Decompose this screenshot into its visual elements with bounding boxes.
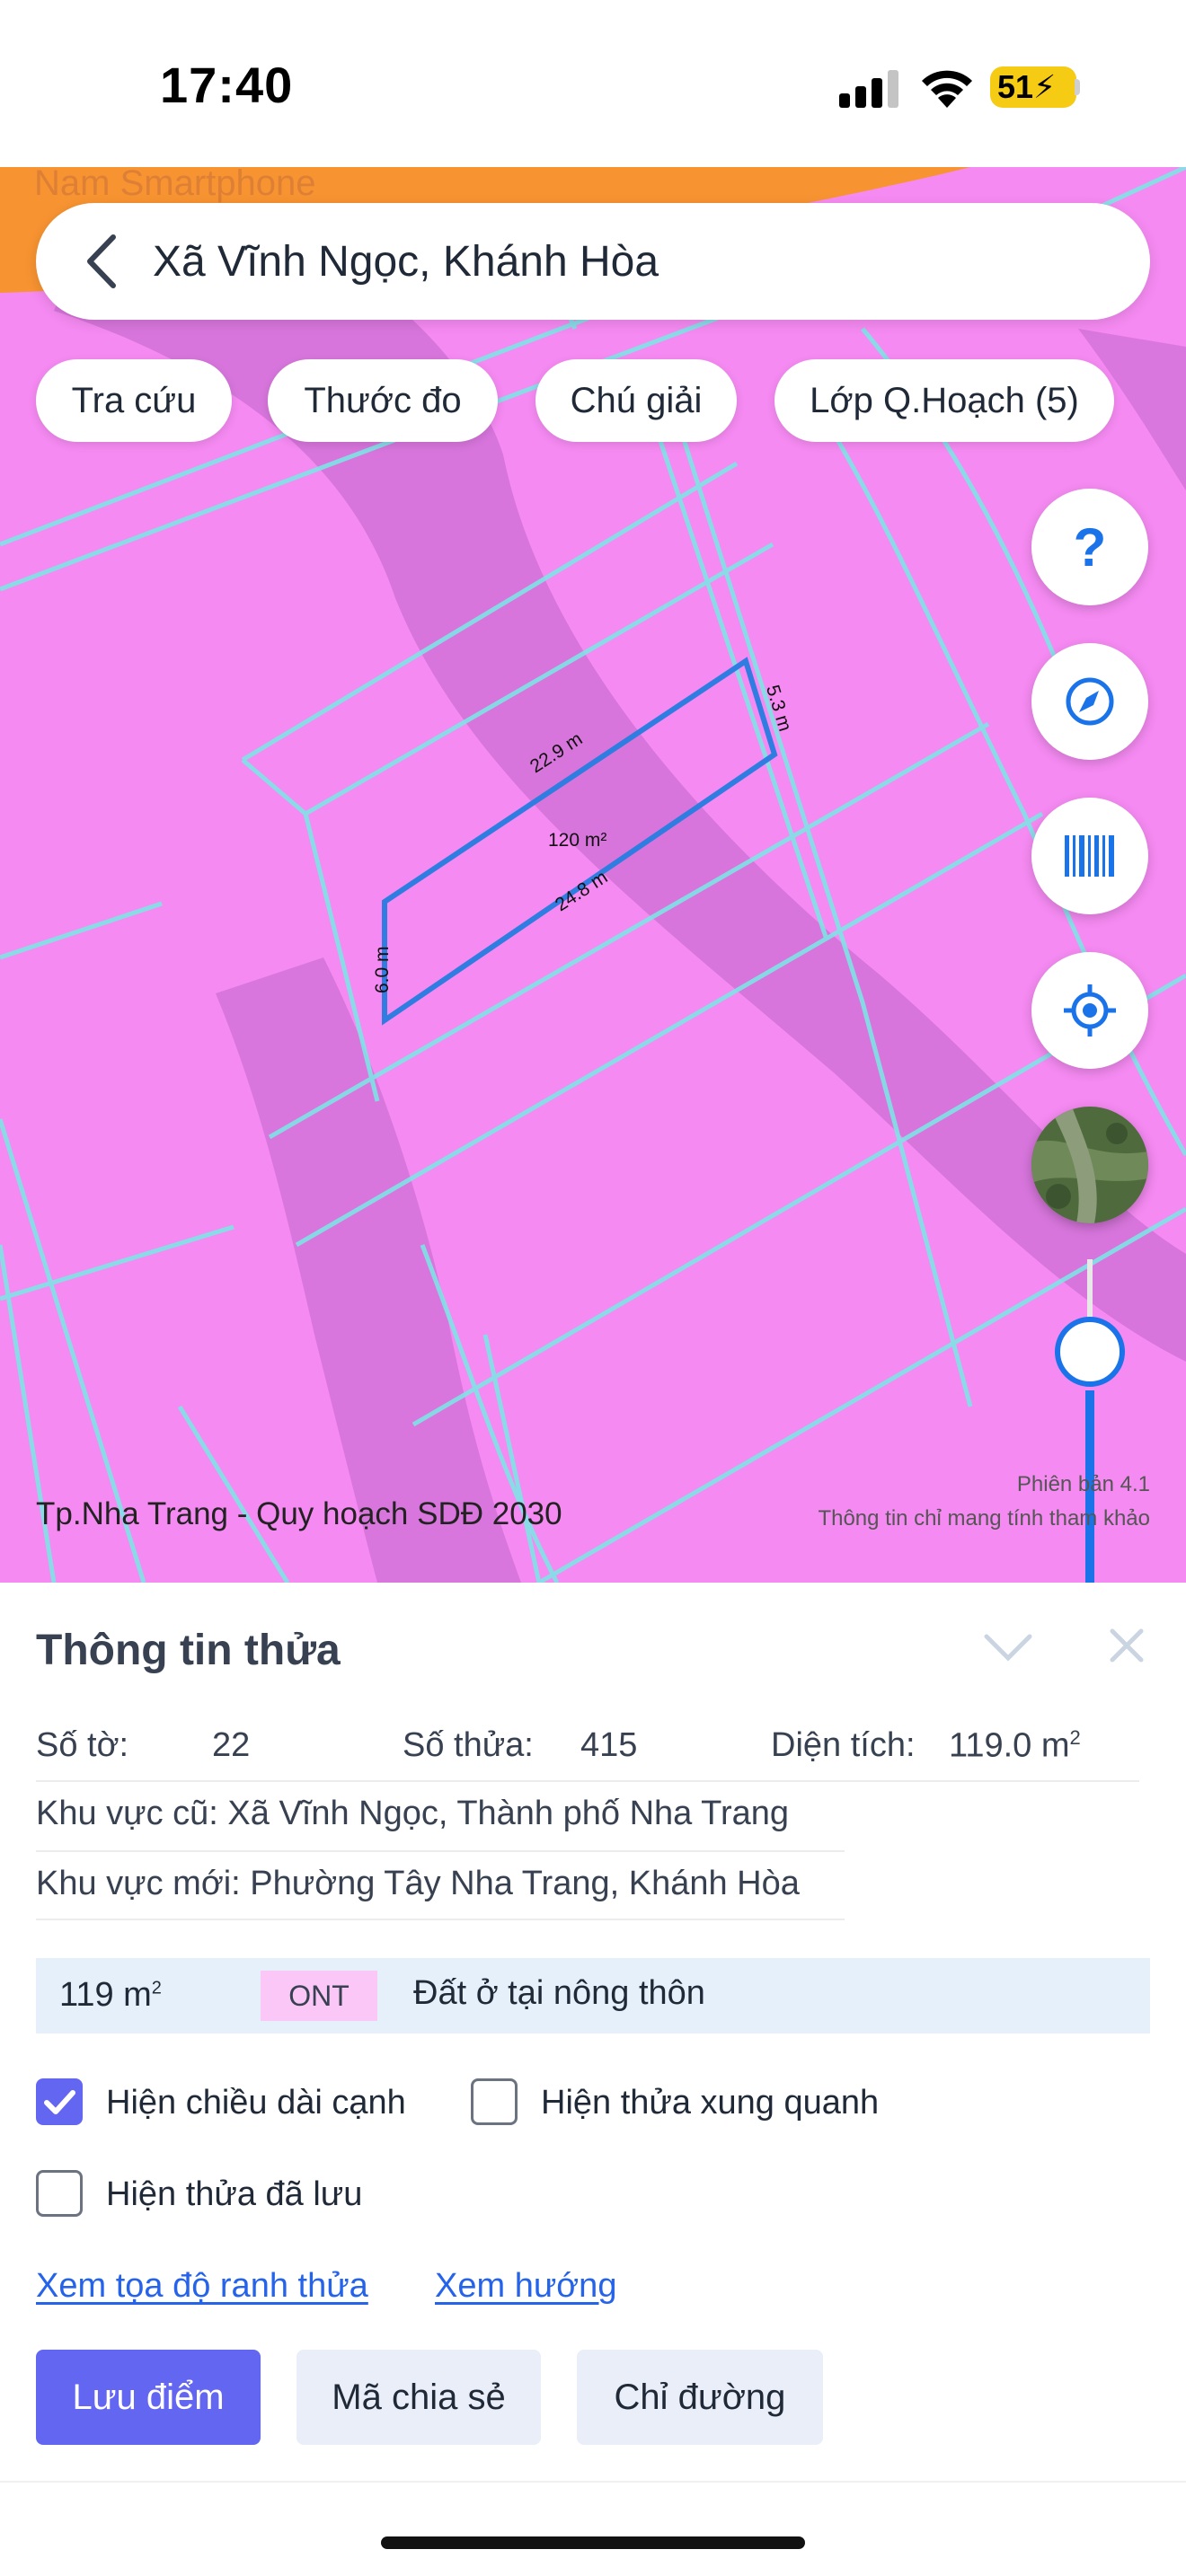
back-arrow-icon[interactable]: [75, 232, 129, 291]
view-boundary-coordinates-link[interactable]: Xem tọa độ ranh thửa: [36, 2267, 368, 2306]
parcel-info-sheet: Thông tin thửa Số tờ: 22 Số thửa: 415 Di…: [0, 1583, 1186, 2576]
search-bar[interactable]: Xã Vĩnh Ngọc, Khánh Hòa: [36, 203, 1150, 320]
battery-tip: [1075, 79, 1080, 95]
dien-tich-value: 119.0 m2: [949, 1726, 1081, 1765]
map-layer-caption: Tp.Nha Trang - Quy hoạch SDĐ 2030: [36, 1496, 562, 1531]
dien-tich-label: Diện tích:: [771, 1726, 916, 1764]
status-bar: 17:40 51⚡: [0, 0, 1186, 167]
share-code-button[interactable]: Mã chia sẻ: [296, 2350, 541, 2445]
so-to-value: 22: [212, 1726, 251, 1764]
so-thua-label: Số thửa:: [403, 1726, 534, 1764]
show-saved-parcels-checkbox[interactable]: [36, 2170, 83, 2217]
locate-button[interactable]: [1031, 952, 1148, 1069]
divider: [36, 1850, 845, 1852]
khu-vuc-moi: Khu vực mới: Phường Tây Nha Trang, Khánh…: [36, 1865, 800, 1902]
so-thua-value: 415: [580, 1726, 638, 1764]
divider: [36, 1780, 1139, 1782]
parcel-edge-left-label: 6.0 m: [372, 946, 393, 993]
land-use-code-badge: ONT: [261, 1971, 377, 2021]
battery-level: 51⚡: [997, 68, 1057, 105]
view-direction-link[interactable]: Xem hướng: [435, 2267, 616, 2306]
chevron-down-icon[interactable]: [983, 1629, 1033, 1665]
chip-tra-cuu[interactable]: Tra cứu: [36, 359, 232, 442]
land-use-description: Đất ở tại nông thôn: [413, 1974, 705, 2012]
chip-chu-giai[interactable]: Chú giải: [535, 359, 737, 442]
divider: [0, 2481, 1186, 2483]
so-to-label: Số tờ:: [36, 1726, 129, 1764]
compass-button[interactable]: [1031, 643, 1148, 760]
show-saved-parcels-label[interactable]: Hiện thửa đã lưu: [106, 2175, 362, 2214]
divider: [36, 1919, 845, 1920]
show-edge-length-label[interactable]: Hiện chiều dài cạnh: [106, 2084, 406, 2122]
version-label: Phiên bản 4.1: [1016, 1472, 1150, 1496]
land-use-area: 119 m2: [59, 1976, 162, 2014]
help-icon: ?: [1073, 516, 1107, 578]
close-icon[interactable]: [1107, 1626, 1146, 1665]
barcode-icon: [1065, 835, 1114, 877]
cellular-signal-icon: [839, 70, 898, 108]
status-time: 17:40: [160, 57, 294, 113]
help-button[interactable]: ?: [1031, 489, 1148, 605]
chip-lop-quy-hoach[interactable]: Lớp Q.Hoạch (5): [774, 359, 1114, 442]
version-info: Phiên bản 4.1 Thông tin chỉ mang tính th…: [818, 1468, 1150, 1536]
chip-thuoc-do[interactable]: Thước đo: [268, 359, 498, 442]
satellite-icon: [1031, 1107, 1148, 1223]
save-point-button[interactable]: Lưu điểm: [36, 2350, 261, 2445]
show-neighbor-parcels-checkbox[interactable]: [471, 2078, 518, 2125]
home-indicator[interactable]: [381, 2536, 805, 2549]
wifi-icon: [922, 70, 972, 108]
satellite-layer-button[interactable]: [1031, 1107, 1148, 1223]
khu-vuc-cu: Khu vực cũ: Xã Vĩnh Ngọc, Thành phố Nha …: [36, 1795, 790, 1832]
search-location-text[interactable]: Xã Vĩnh Ngọc, Khánh Hòa: [153, 237, 659, 287]
show-neighbor-parcels-label[interactable]: Hiện thửa xung quanh: [541, 2084, 879, 2122]
map-watermark: Nam Smartphone: [34, 163, 316, 203]
disclaimer-label: Thông tin chỉ mang tính tham khảo: [818, 1506, 1150, 1531]
compass-icon: [1066, 677, 1114, 726]
sheet-title: Thông tin thửa: [36, 1627, 341, 1674]
barcode-button[interactable]: [1031, 798, 1148, 914]
zoom-slider-thumb[interactable]: [1055, 1317, 1125, 1387]
parcel-area-label: 120 m²: [548, 830, 607, 851]
checkmark-icon: [44, 2090, 75, 2114]
locate-icon: [1064, 984, 1116, 1037]
directions-button[interactable]: Chỉ đường: [577, 2350, 823, 2445]
land-use-row: 119 m2 ONT Đất ở tại nông thôn: [36, 1958, 1150, 2033]
show-edge-length-checkbox[interactable]: [36, 2078, 83, 2125]
